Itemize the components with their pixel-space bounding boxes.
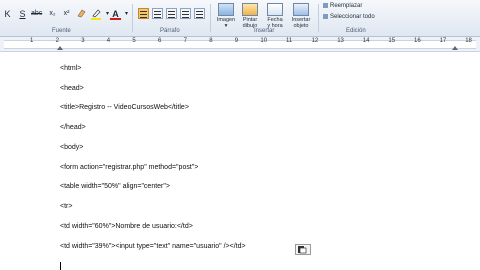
right-indent-marker[interactable]	[452, 46, 458, 50]
paste-options-icon[interactable]	[295, 242, 311, 255]
chevron-down-icon[interactable]: ▾	[121, 8, 132, 20]
ruler-number: 15	[388, 38, 396, 44]
ruler-number: 12	[311, 38, 319, 44]
ruler-number: 1	[30, 38, 34, 44]
code-line: <head>	[60, 85, 84, 92]
left-indent-marker[interactable]	[57, 46, 63, 50]
ruler-number: 4	[106, 38, 111, 44]
document-area[interactable]: <html> <head> <title>Registro -- VideoCu…	[0, 52, 480, 270]
ruler-number: 2	[55, 38, 59, 44]
italic-button[interactable]: K	[2, 8, 13, 20]
superscript-button[interactable]: x²	[61, 8, 72, 20]
code-line: <tr>	[60, 203, 73, 210]
ruler[interactable]: 1 2 3 4 5 6 7 8 9 10 11 12 13 14 15 16 17 18	[0, 37, 480, 52]
underline-button[interactable]: S	[17, 8, 28, 20]
paragraph-settings-button[interactable]	[194, 8, 205, 19]
code-line: <td width="60%">Nombre de usuario:</td>	[60, 223, 193, 230]
object-icon	[293, 3, 309, 16]
ruler-number: 11	[286, 38, 293, 44]
subscript-button[interactable]: x₂	[47, 8, 58, 20]
code-line: <td width="39%"><input type="text" name=…	[60, 243, 246, 250]
code-line: <form action="registrar.php" method="pos…	[60, 164, 199, 171]
code-line: <html>	[60, 65, 82, 72]
ruler-number: 10	[260, 38, 268, 44]
separator	[210, 4, 211, 32]
ruler-number: 6	[158, 38, 162, 44]
font-group-label: Fuente	[52, 28, 71, 34]
replace-button[interactable]: Reemplazar	[323, 3, 362, 9]
strikethrough-button[interactable]: abc	[31, 8, 42, 20]
ruler-track	[4, 40, 476, 49]
ruler-number: 8	[209, 38, 213, 44]
separator	[132, 4, 133, 32]
calendar-icon	[267, 3, 283, 16]
font-color-button[interactable]: A	[110, 8, 121, 20]
code-line: <title>Registro -- VideoCursosWeb</title…	[60, 104, 189, 111]
separator	[318, 4, 319, 32]
ruler-number: 5	[132, 38, 136, 44]
ruler-number: 18	[465, 38, 472, 44]
code-line: <body>	[60, 144, 84, 151]
ribbon: K S abc x₂ x² ▾ A ▾ Fuente Párrafo Image…	[0, 0, 480, 37]
insert-object-button[interactable]: Insertar objeto	[289, 3, 313, 29]
paint-drawing-button[interactable]: Pintar dibujo	[238, 3, 262, 29]
ruler-number: 7	[183, 38, 187, 44]
code-line: <table width="50%" align="center">	[60, 183, 170, 190]
justify-button[interactable]	[180, 8, 191, 19]
ruler-number: 13	[337, 38, 344, 44]
ruler-number: 17	[439, 38, 447, 44]
select-all-button[interactable]: Seleccionar todo	[323, 14, 375, 20]
date-time-button[interactable]: Fecha y hora	[263, 3, 287, 29]
ruler-number: 16	[414, 38, 421, 44]
replace-icon	[323, 3, 328, 8]
align-center-button[interactable]	[152, 8, 163, 19]
insert-group-label: Insertar	[254, 28, 275, 34]
insert-image-button[interactable]: Imagen ▾	[214, 3, 238, 29]
image-icon	[218, 3, 234, 16]
ruler-number: 14	[362, 38, 370, 44]
align-left-button[interactable]	[138, 8, 149, 19]
align-right-button[interactable]	[166, 8, 177, 19]
paint-icon	[242, 3, 258, 16]
text-cursor	[60, 262, 61, 270]
clear-format-icon[interactable]	[75, 8, 86, 20]
select-all-icon	[323, 14, 328, 19]
edit-group-label: Edición	[346, 28, 366, 34]
highlight-icon[interactable]	[90, 8, 101, 20]
paragraph-group-label: Párrafo	[160, 28, 180, 34]
code-line: </head>	[60, 124, 86, 131]
ruler-number: 9	[234, 38, 239, 44]
ruler-number: 3	[81, 38, 85, 44]
